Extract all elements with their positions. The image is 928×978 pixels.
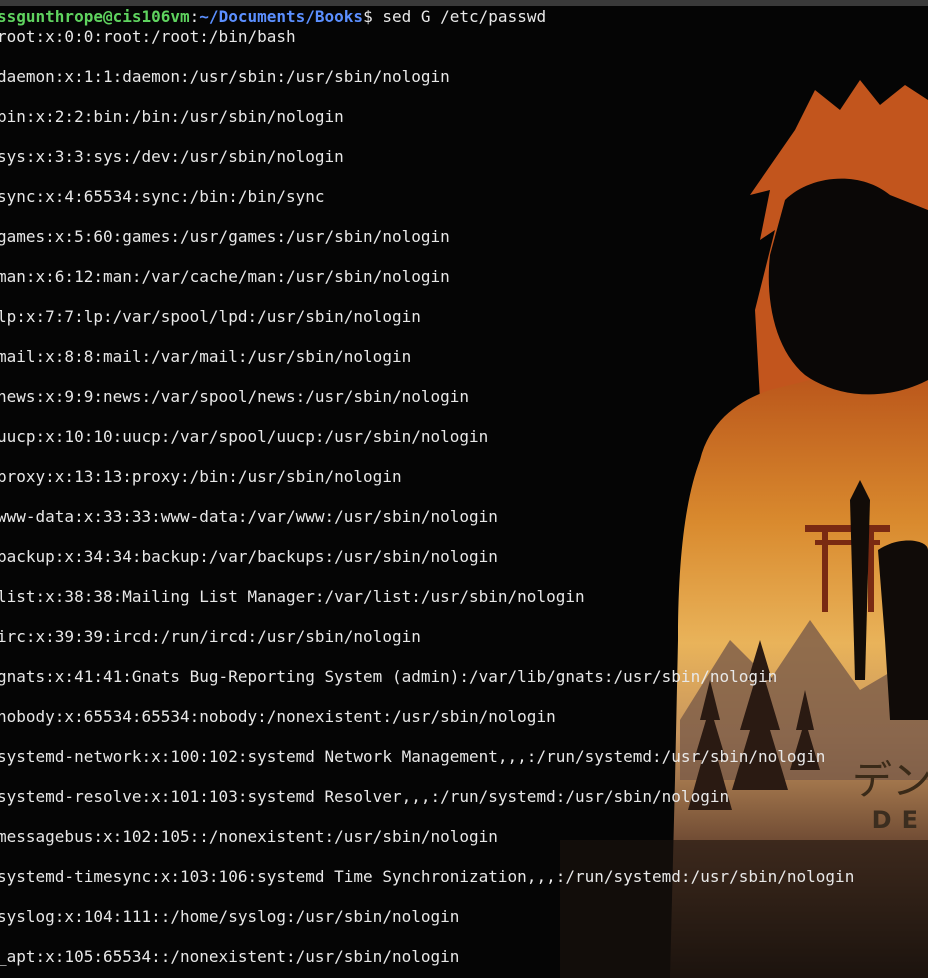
prompt-line: ssgunthrope@cis106vm:~/Documents/Books$ … [0, 7, 925, 27]
output-line: sync:x:4:65534:sync:/bin:/bin/sync [0, 187, 325, 206]
output-line: syslog:x:104:111::/home/syslog:/usr/sbin… [0, 907, 460, 926]
terminal-window[interactable]: デン DE ssgunthrope@cis106vm:~/Documents/B… [0, 0, 928, 978]
output-line: sys:x:3:3:sys:/dev:/usr/sbin/nologin [0, 147, 344, 166]
output-line: root:x:0:0:root:/root:/bin/bash [0, 27, 296, 46]
output-line: lp:x:7:7:lp:/var/spool/lpd:/usr/sbin/nol… [0, 307, 421, 326]
prompt-path: ~/Documents/Books [199, 7, 364, 26]
output-line: gnats:x:41:41:Gnats Bug-Reporting System… [0, 667, 778, 686]
output-line: mail:x:8:8:mail:/var/mail:/usr/sbin/nolo… [0, 347, 412, 366]
output-line: daemon:x:1:1:daemon:/usr/sbin:/usr/sbin/… [0, 67, 450, 86]
prompt-separator: : [189, 7, 200, 26]
output-line: irc:x:39:39:ircd:/run/ircd:/usr/sbin/nol… [0, 627, 421, 646]
typed-command: sed G /etc/passwd [372, 7, 547, 26]
output-line: games:x:5:60:games:/usr/games:/usr/sbin/… [0, 227, 450, 246]
output-line: proxy:x:13:13:proxy:/bin:/usr/sbin/nolog… [0, 467, 402, 486]
output-line: uucp:x:10:10:uucp:/var/spool/uucp:/usr/s… [0, 427, 489, 446]
prompt-user-host: ssgunthrope@cis106vm [0, 7, 190, 26]
output-line: news:x:9:9:news:/var/spool/news:/usr/sbi… [0, 387, 470, 406]
output-line: systemd-timesync:x:103:106:systemd Time … [0, 867, 855, 886]
prompt-dollar: $ [363, 7, 373, 26]
terminal-output[interactable]: ssgunthrope@cis106vm:~/Documents/Books$ … [0, 7, 925, 967]
window-top-edge [0, 0, 928, 6]
command-output: root:x:0:0:root:/root:/bin/bash daemon:x:… [0, 27, 925, 967]
output-line: systemd-network:x:100:102:systemd Networ… [0, 747, 826, 766]
output-line: list:x:38:38:Mailing List Manager:/var/l… [0, 587, 585, 606]
output-line: _apt:x:105:65534::/nonexistent:/usr/sbin… [0, 947, 460, 966]
output-line: bin:x:2:2:bin:/bin:/usr/sbin/nologin [0, 107, 344, 126]
output-line: backup:x:34:34:backup:/var/backups:/usr/… [0, 547, 498, 566]
output-line: man:x:6:12:man:/var/cache/man:/usr/sbin/… [0, 267, 450, 286]
output-line: nobody:x:65534:65534:nobody:/nonexistent… [0, 707, 556, 726]
output-line: www-data:x:33:33:www-data:/var/www:/usr/… [0, 507, 498, 526]
output-line: systemd-resolve:x:101:103:systemd Resolv… [0, 787, 730, 806]
output-line: messagebus:x:102:105::/nonexistent:/usr/… [0, 827, 498, 846]
